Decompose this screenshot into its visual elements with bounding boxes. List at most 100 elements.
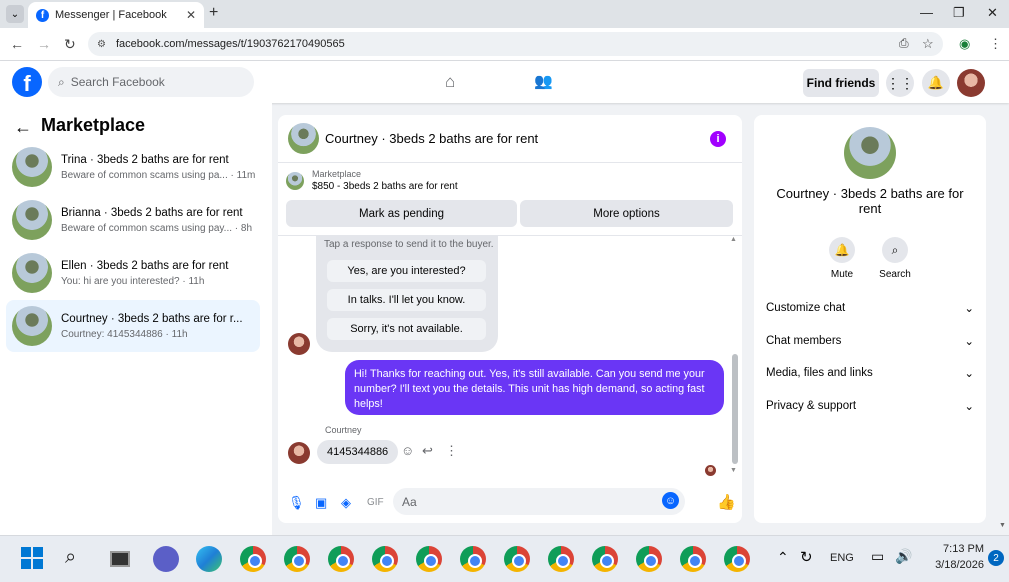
display-icon[interactable]: ▭ <box>871 548 884 565</box>
notification-badge[interactable]: 2 <box>988 550 1004 566</box>
listing-small-thumbnail <box>286 171 304 190</box>
window-close-icon[interactable]: ✕ <box>987 5 998 21</box>
sent-message-bubble[interactable]: Hi! Thanks for reaching out. Yes, it's s… <box>345 360 724 415</box>
conversation-item[interactable]: Trina · 3beds 2 baths are for rent Bewar… <box>6 141 260 193</box>
chat-scrollbar[interactable] <box>732 354 738 464</box>
taskbar-search-icon[interactable]: ⌕ <box>65 546 76 569</box>
quick-reply-button[interactable]: Yes, are you interested? <box>327 260 486 282</box>
mute-button[interactable]: 🔔 Mute <box>817 237 867 280</box>
quick-reply-hint: Tap a response to send it to the buyer. <box>324 239 494 250</box>
chevron-down-icon: ⌄ <box>964 336 974 348</box>
site-info-icon[interactable]: ⚙ <box>97 39 106 50</box>
windows-start-icon[interactable] <box>21 547 43 569</box>
find-friends-button[interactable]: Find friends <box>803 69 879 97</box>
listing-thumbnail <box>12 200 52 240</box>
back-arrow-icon[interactable]: ← <box>14 117 32 138</box>
chrome-profile-icon[interactable] <box>504 546 530 572</box>
bookmark-star-icon[interactable]: ☆ <box>922 36 934 52</box>
teams-icon[interactable] <box>153 546 179 572</box>
task-view-icon[interactable] <box>110 551 130 567</box>
gif-icon[interactable]: GIF <box>367 497 384 508</box>
chrome-profile-icon[interactable] <box>328 546 354 572</box>
sync-icon[interactable]: ↻ <box>800 548 813 566</box>
profile-icon[interactable]: ◉ <box>959 36 970 52</box>
quick-reply-button[interactable]: Sorry, it's not available. <box>327 318 486 340</box>
chat-members-section[interactable]: Chat members ⌄ <box>766 330 974 352</box>
sticker-icon[interactable]: ◈ <box>341 495 351 511</box>
page-scroll-down-icon[interactable]: ▼ <box>999 522 1006 529</box>
search-facebook-input[interactable]: ⌕ Search Facebook <box>48 67 254 97</box>
listing-summary[interactable]: Marketplace $850 - 3beds 2 baths are for… <box>286 169 458 192</box>
scroll-down-icon[interactable]: ▼ <box>730 467 737 474</box>
tray-overflow-icon[interactable]: ⌃ <box>777 549 789 566</box>
conversation-item[interactable]: Ellen · 3beds 2 baths are for rent You: … <box>6 247 260 299</box>
browser-tab[interactable]: f Messenger | Facebook ✕ <box>28 2 204 28</box>
reload-icon[interactable]: ↻ <box>64 36 76 53</box>
volume-icon[interactable]: 🔊 <box>895 548 912 565</box>
friends-icon[interactable]: 👥 <box>534 72 553 90</box>
chrome-profile-icon[interactable] <box>636 546 662 572</box>
listing-thumbnail <box>12 147 52 187</box>
info-icon[interactable]: i <box>710 131 726 147</box>
url-field[interactable]: ⚙ facebook.com/messages/t/19037621704905… <box>88 32 943 56</box>
chrome-profile-icon[interactable] <box>680 546 706 572</box>
emoji-icon[interactable]: ☺ <box>662 492 679 509</box>
chevron-down-icon: ⌄ <box>964 401 974 413</box>
mark-as-pending-button[interactable]: Mark as pending <box>286 200 517 227</box>
chrome-icon[interactable] <box>240 546 266 572</box>
more-options-button[interactable]: More options <box>520 200 733 227</box>
new-tab-icon[interactable]: + <box>209 4 218 22</box>
search-conversation-button[interactable]: ⌕ Search <box>870 237 920 280</box>
privacy-support-section[interactable]: Privacy & support ⌄ <box>766 395 974 417</box>
chrome-profile-icon[interactable] <box>592 546 618 572</box>
menu-grid-icon[interactable]: ⋮⋮ <box>886 69 914 97</box>
chat-listing-thumbnail[interactable] <box>288 123 319 154</box>
chrome-profile-icon[interactable] <box>372 546 398 572</box>
chat-title[interactable]: Courtney · 3beds 2 baths are for rent <box>325 131 538 146</box>
conversation-item-active[interactable]: Courtney · 3beds 2 baths are for r... Co… <box>6 300 260 352</box>
message-input[interactable]: Aa ☺ <box>393 488 685 515</box>
account-avatar[interactable] <box>957 69 985 97</box>
clock[interactable]: 7:13 PM 3/18/2026 <box>924 543 984 571</box>
buyer-avatar[interactable] <box>288 442 310 464</box>
chrome-profile-icon[interactable] <box>416 546 442 572</box>
like-thumb-icon[interactable]: 👍 <box>717 493 736 511</box>
facebook-logo[interactable]: f <box>12 67 42 97</box>
forward-icon[interactable]: → <box>37 36 51 52</box>
close-tab-icon[interactable]: ✕ <box>186 8 196 22</box>
chrome-profile-icon[interactable] <box>460 546 486 572</box>
install-app-icon[interactable]: ⎙ <box>899 36 909 51</box>
react-emoji-icon[interactable]: ☺ <box>401 443 414 458</box>
more-actions-icon[interactable]: ⋮ <box>445 443 458 459</box>
minimize-icon[interactable]: — <box>920 5 933 20</box>
photo-icon[interactable]: ▣ <box>315 495 327 511</box>
buyer-avatar[interactable] <box>288 333 310 355</box>
restore-icon[interactable]: ❐ <box>953 5 965 21</box>
conversation-snippet: Beware of common scams using pay... · 8h <box>61 222 253 234</box>
quick-reply-button[interactable]: In talks. I'll let you know. <box>327 289 486 311</box>
notifications-bell-icon[interactable]: 🔔 <box>922 69 950 97</box>
clock-time: 7:13 PM <box>943 543 984 555</box>
edge-icon[interactable] <box>196 546 222 572</box>
message-placeholder: Aa <box>402 494 417 509</box>
message-list[interactable]: Tap a response to send it to the buyer. … <box>278 235 742 480</box>
chrome-profile-icon[interactable] <box>284 546 310 572</box>
chrome-profile-icon[interactable] <box>724 546 750 572</box>
section-label: Privacy & support <box>766 400 857 412</box>
quick-replies-card: Tap a response to send it to the buyer. … <box>316 236 498 352</box>
scroll-up-icon[interactable]: ▲ <box>730 236 737 243</box>
conversation-item[interactable]: Brianna · 3beds 2 baths are for rent Bew… <box>6 194 260 246</box>
home-icon[interactable]: ⌂ <box>445 72 455 92</box>
media-files-links-section[interactable]: Media, files and links ⌄ <box>766 362 974 384</box>
details-title: Courtney · 3beds 2 baths are for rent <box>776 186 964 216</box>
reply-icon[interactable]: ↩ <box>422 443 433 459</box>
back-icon[interactable]: ← <box>10 36 24 52</box>
browser-menu-icon[interactable]: ⋮ <box>989 36 1002 52</box>
received-message-bubble[interactable]: 4145344886 <box>317 440 399 464</box>
tab-search-icon[interactable]: ⌄ <box>6 5 24 23</box>
customize-chat-section[interactable]: Customize chat ⌄ <box>766 297 974 319</box>
details-listing-photo[interactable] <box>844 127 896 179</box>
language-indicator[interactable]: ENG <box>830 552 854 564</box>
chrome-profile-icon[interactable] <box>548 546 574 572</box>
microphone-icon[interactable]: 🎙 <box>288 495 305 511</box>
